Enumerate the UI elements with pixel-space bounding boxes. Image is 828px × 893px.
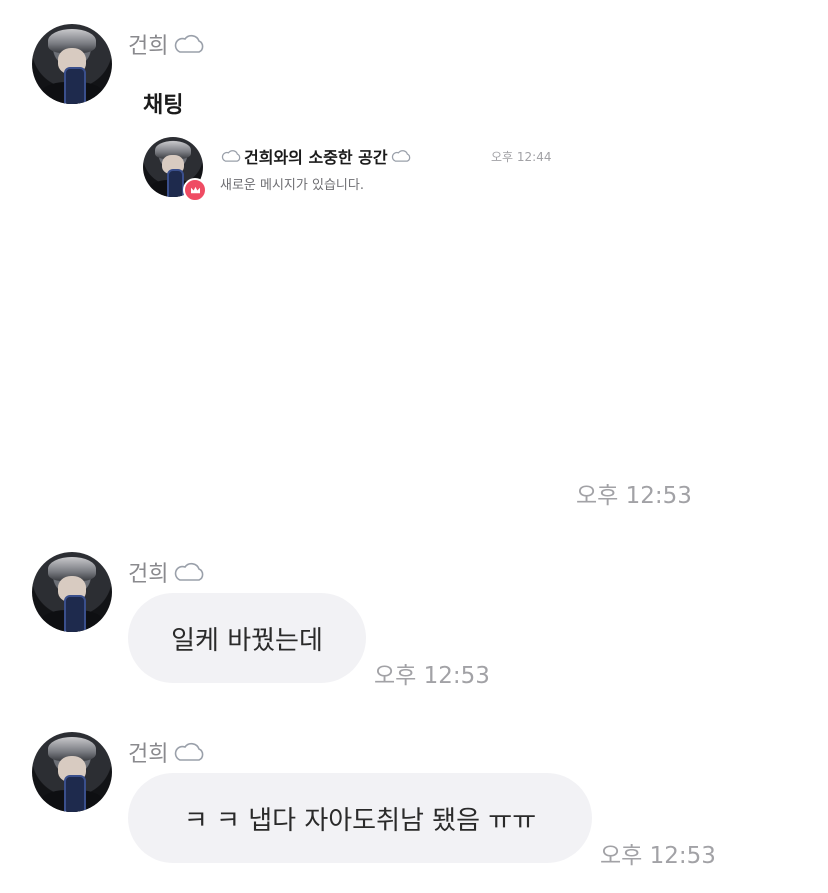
room-avatar-phone-shape — [167, 169, 185, 197]
avatar-phone-shape — [64, 67, 86, 104]
avatar[interactable] — [32, 24, 112, 104]
sender-name: 건희 — [128, 556, 206, 588]
cloud-icon — [221, 150, 241, 162]
sender-name-text: 건희 — [128, 742, 169, 767]
chat-room-preview: 새로운 메시지가 있습니다. — [220, 178, 364, 193]
crown-icon — [183, 178, 207, 202]
crown-icon-glyph — [190, 186, 200, 193]
chat-room-time: 오후 12:44 — [491, 150, 552, 164]
avatar[interactable] — [32, 552, 112, 632]
message-time: 오후 12:53 — [576, 483, 692, 509]
message-text: 일케 바꿨는데 — [171, 625, 323, 656]
shared-content-title: 채팅 — [143, 93, 184, 118]
message-bubble[interactable]: ㅋ ㅋ 냅다 자아도취남 됐음 ㅠㅠ — [128, 773, 592, 863]
chat-room-name-text: 건희와의 소중한 공간 — [244, 148, 388, 167]
message-text: ㅋ ㅋ 냅다 자아도취남 됐음 ㅠㅠ — [183, 805, 537, 836]
message-bubble[interactable]: 일케 바꿨는데 — [128, 593, 366, 683]
cloud-icon — [175, 742, 204, 761]
message-time: 오후 12:53 — [374, 663, 490, 689]
sender-name: 건희 — [128, 736, 206, 768]
avatar-phone-shape — [64, 595, 86, 632]
sender-name: 건희 — [128, 28, 206, 60]
cloud-icon — [175, 562, 204, 581]
avatar[interactable] — [32, 732, 112, 812]
sender-name-text: 건희 — [128, 34, 169, 59]
avatar-phone-shape — [64, 775, 86, 812]
chat-room-name[interactable]: 건희와의 소중한 공간 — [220, 144, 412, 168]
sender-name-text: 건희 — [128, 562, 169, 587]
cloud-icon — [391, 150, 410, 162]
cloud-icon — [175, 34, 204, 53]
message-time: 오후 12:53 — [600, 843, 716, 869]
